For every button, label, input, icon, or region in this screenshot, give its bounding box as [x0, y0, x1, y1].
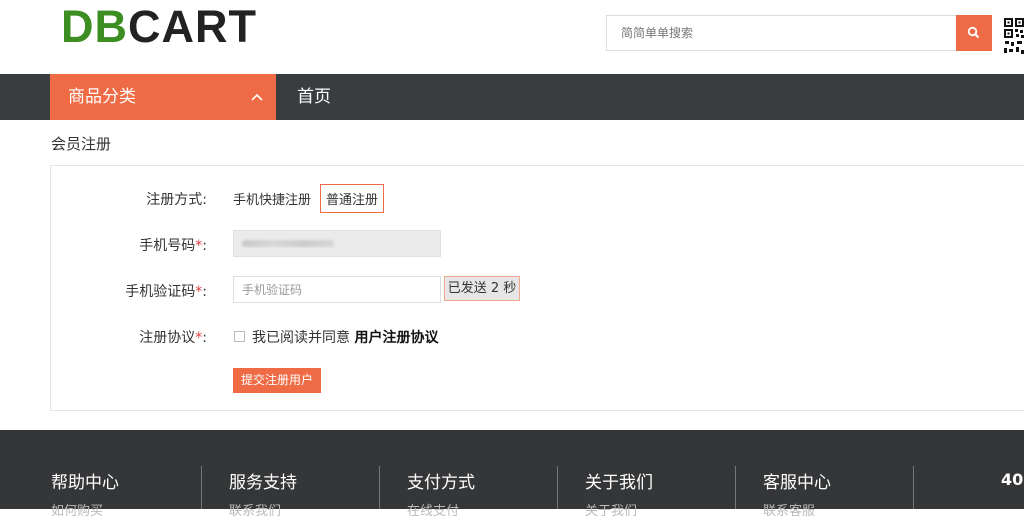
colon: : [202, 238, 207, 254]
register-method-label: 注册方式: [146, 192, 207, 208]
footer-divider [557, 466, 558, 509]
agreement-checkbox[interactable] [234, 331, 245, 342]
footer-link[interactable]: 联系客服 [763, 500, 815, 519]
footer-col-help: 帮助中心 [51, 473, 119, 493]
submit-register-button[interactable]: 提交注册用户 [233, 368, 321, 393]
phone-label-text: 手机号码 [139, 238, 196, 254]
category-menu-button[interactable]: 商品分类 [50, 74, 276, 120]
agreement-label: 注册协议*: [139, 327, 207, 347]
footer-divider [201, 466, 202, 509]
agreement-text: 我已阅读并同意 用户注册协议 [252, 327, 438, 347]
search-button[interactable] [956, 15, 992, 51]
qr-code-icon[interactable] [1003, 17, 1024, 57]
agreement-label-text: 注册协议 [139, 330, 196, 346]
footer-col-service: 服务支持 [229, 473, 297, 493]
footer-link[interactable]: 如何购买 [51, 500, 103, 519]
footer-col-about: 关于我们 [585, 473, 653, 493]
main-nav: 商品分类 首页 [0, 74, 1024, 120]
code-label: 手机验证码*: [125, 281, 207, 301]
site-header: DBCART [0, 0, 1024, 74]
footer-link[interactable]: 在线支付 [407, 500, 459, 519]
footer-divider [379, 466, 380, 509]
agreement-link[interactable]: 用户注册协议 [354, 330, 438, 346]
colon: : [202, 330, 207, 346]
chevron-up-icon [250, 74, 264, 138]
verification-code-input[interactable] [233, 276, 441, 303]
site-logo[interactable]: DBCART [61, 4, 257, 50]
agreement-prefix: 我已阅读并同意 [252, 330, 350, 346]
footer-col-payment: 支付方式 [407, 473, 475, 493]
phone-input[interactable] [233, 230, 441, 257]
footer-divider [735, 466, 736, 509]
search-icon [967, 26, 980, 39]
logo-db: DB [61, 1, 128, 52]
category-label: 商品分类 [68, 87, 136, 107]
site-footer: 帮助中心 如何购买 服务支持 联系我们 支付方式 在线支付 关于我们 关于我们 … [0, 430, 1024, 519]
phone-value-blurred [242, 240, 334, 247]
footer-col-support: 客服中心 [763, 473, 831, 493]
footer-hotline: 400 [1001, 470, 1024, 489]
colon: : [202, 284, 207, 300]
footer-link[interactable]: 关于我们 [585, 500, 637, 519]
page-title: 会员注册 [51, 135, 112, 153]
method-option-phone-quick[interactable]: 手机快捷注册 [233, 189, 311, 208]
send-code-button[interactable]: 已发送 2 秒 [444, 276, 520, 301]
footer-link[interactable]: 联系我们 [229, 500, 281, 519]
nav-home-link[interactable]: 首页 [297, 74, 331, 120]
search-input[interactable] [606, 15, 956, 51]
code-label-text: 手机验证码 [125, 284, 196, 300]
footer-divider [913, 466, 914, 509]
method-option-normal[interactable]: 普通注册 [320, 184, 385, 213]
logo-cart: CART [128, 1, 257, 52]
phone-label: 手机号码*: [139, 235, 207, 255]
